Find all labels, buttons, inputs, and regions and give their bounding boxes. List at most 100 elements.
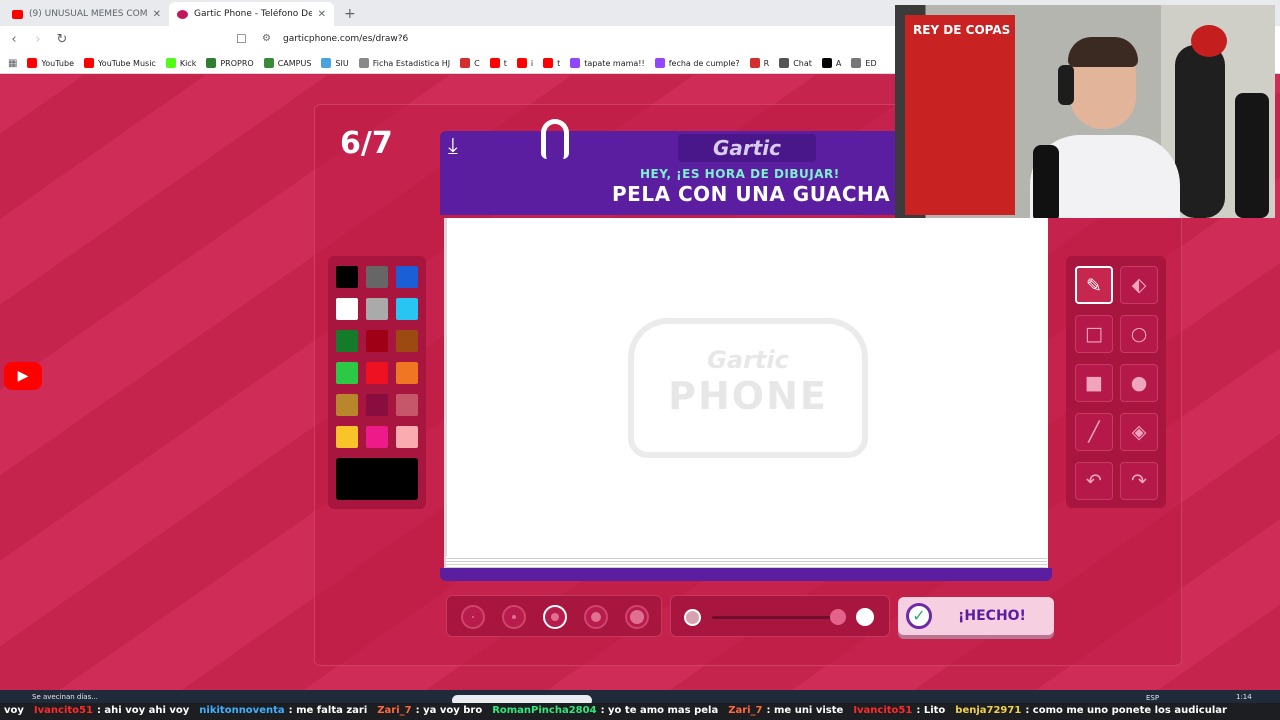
circle-outline-icon[interactable]: ○ bbox=[1120, 315, 1158, 353]
forward-icon[interactable]: › bbox=[28, 32, 48, 47]
brush-size-3[interactable] bbox=[543, 605, 567, 629]
color-swatch[interactable] bbox=[366, 426, 388, 448]
bookmark-item[interactable]: A bbox=[821, 58, 842, 68]
bookmark-favicon-icon bbox=[570, 58, 581, 68]
youtube-icon bbox=[12, 9, 23, 19]
color-swatch[interactable] bbox=[366, 394, 388, 416]
punching-bag bbox=[1235, 93, 1269, 218]
brush-size-2[interactable] bbox=[502, 605, 526, 629]
tab-label: Gartic Phone - Teléfono Descon bbox=[194, 9, 312, 19]
undo-icon[interactable]: ↶ bbox=[1075, 462, 1113, 500]
bookmark-favicon-icon bbox=[263, 58, 274, 68]
bookmark-item[interactable]: PROPRO bbox=[206, 58, 254, 68]
eraser-icon[interactable]: ⬖ bbox=[1120, 266, 1158, 304]
color-swatch[interactable] bbox=[366, 362, 388, 384]
bookmark-favicon-icon bbox=[654, 58, 665, 68]
bookmark-item[interactable]: fecha de cumple? bbox=[654, 58, 740, 68]
site-info-icon[interactable]: ⚙ bbox=[262, 33, 271, 44]
done-button[interactable]: ✓ ¡HECHO! bbox=[898, 597, 1054, 635]
instruction-text: HEY, ¡ES HORA DE DIBUJAR! bbox=[640, 167, 840, 181]
canvas-page-edges bbox=[446, 556, 1047, 568]
wall-flag bbox=[905, 15, 1015, 215]
color-swatch[interactable] bbox=[336, 362, 358, 384]
color-swatch[interactable] bbox=[396, 394, 418, 416]
bookmark-label: i bbox=[530, 58, 534, 68]
reload-icon[interactable]: ↻ bbox=[52, 32, 72, 47]
bookmark-item[interactable]: i bbox=[516, 58, 534, 68]
close-icon[interactable]: ✕ bbox=[318, 9, 326, 20]
opacity-slider-handle[interactable] bbox=[830, 609, 846, 625]
rectangle-fill-icon[interactable]: ■ bbox=[1075, 364, 1113, 402]
headphones-icon bbox=[1058, 65, 1074, 105]
bookmark-label: PROPRO bbox=[220, 58, 254, 68]
bookmark-item[interactable]: R bbox=[749, 58, 769, 68]
color-swatch[interactable] bbox=[366, 298, 388, 320]
language-indicator[interactable]: ESP bbox=[1146, 694, 1159, 702]
bookmark-item[interactable]: Kick bbox=[165, 58, 196, 68]
bookmark-label: A bbox=[835, 58, 842, 68]
bookmark-item[interactable]: Chat bbox=[779, 58, 812, 68]
bookmark-item[interactable]: Ficha Estadistica HJ bbox=[358, 58, 450, 68]
url-field[interactable]: garticphone.com/es/draw?6 bbox=[283, 34, 408, 44]
tab-label: (9) UNUSUAL MEMES COMPILATION bbox=[29, 9, 147, 19]
line-icon[interactable]: ╱ bbox=[1075, 413, 1113, 451]
color-swatch[interactable] bbox=[396, 266, 418, 288]
color-swatch[interactable] bbox=[336, 298, 358, 320]
brush-size-1[interactable] bbox=[461, 605, 485, 629]
selected-color-preview bbox=[336, 458, 418, 500]
color-swatch[interactable] bbox=[366, 266, 388, 288]
microphone bbox=[1033, 145, 1059, 218]
color-swatch[interactable] bbox=[336, 330, 358, 352]
circle-fill-icon[interactable]: ● bbox=[1120, 364, 1158, 402]
opacity-slider-track[interactable] bbox=[712, 616, 842, 619]
bookmark-item[interactable]: t bbox=[543, 58, 560, 68]
bookmark-item[interactable]: SIU bbox=[321, 58, 349, 68]
color-swatch[interactable] bbox=[396, 298, 418, 320]
bookmark-item[interactable]: C bbox=[460, 58, 480, 68]
bookmark-favicon-icon bbox=[516, 58, 527, 68]
color-swatch[interactable] bbox=[396, 330, 418, 352]
color-swatch[interactable] bbox=[366, 330, 388, 352]
chat-message: : ya voy bro bbox=[415, 705, 483, 716]
bookmark-item[interactable]: CAMPUS bbox=[263, 58, 312, 68]
bookmark-item[interactable]: ED bbox=[851, 58, 877, 68]
drawing-prompt: PELA CON UNA GUACHA bbox=[612, 182, 891, 206]
bookmark-item[interactable]: YouTube bbox=[27, 58, 74, 68]
bookmark-favicon-icon bbox=[543, 58, 554, 68]
tab-youtube[interactable]: (9) UNUSUAL MEMES COMPILATION ✕ bbox=[4, 2, 169, 26]
back-icon[interactable]: ‹ bbox=[4, 32, 24, 47]
bookmark-icon[interactable]: ☐ bbox=[236, 32, 247, 46]
brush-size-4[interactable] bbox=[584, 605, 608, 629]
new-tab-button[interactable]: + bbox=[334, 6, 366, 26]
youtube-play-icon[interactable]: ▶ bbox=[4, 362, 42, 390]
tab-gartic[interactable]: Gartic Phone - Teléfono Descon ✕ bbox=[169, 2, 334, 26]
color-swatch[interactable] bbox=[396, 362, 418, 384]
color-swatch[interactable] bbox=[336, 394, 358, 416]
color-swatch[interactable] bbox=[396, 426, 418, 448]
bookmark-item[interactable]: YouTube Music bbox=[83, 58, 156, 68]
chat-username: Zari_7 bbox=[377, 705, 412, 716]
clock[interactable]: 1:14 bbox=[1236, 693, 1252, 701]
round-counter: 6/7 bbox=[340, 126, 393, 161]
chat-username: benja72971 bbox=[955, 705, 1022, 716]
chat-ticker: voy Ivancito51: ahi voy ahi voy nikitonnov… bbox=[0, 703, 1280, 720]
bucket-icon[interactable]: ◈ bbox=[1120, 413, 1158, 451]
close-icon[interactable]: ✕ bbox=[153, 9, 161, 20]
download-icon[interactable]: ⤓ bbox=[448, 134, 458, 159]
apps-icon[interactable]: ▦ bbox=[8, 58, 17, 69]
rectangle-outline-icon[interactable]: □ bbox=[1075, 315, 1113, 353]
chat-message: : como me uno ponete los audicular bbox=[1025, 705, 1227, 716]
flag-text: REY DE COPAS bbox=[913, 23, 1011, 37]
redo-icon[interactable]: ↷ bbox=[1120, 462, 1158, 500]
bookmark-item[interactable]: tapate mama!! bbox=[570, 58, 645, 68]
brush-size-5[interactable] bbox=[625, 605, 649, 629]
bookmark-label: CAMPUS bbox=[277, 58, 312, 68]
bookmark-label: t bbox=[503, 58, 507, 68]
pencil-icon[interactable]: ✎ bbox=[1075, 266, 1113, 304]
bookmark-item[interactable]: t bbox=[489, 58, 507, 68]
news-widget[interactable]: Se avecinan días... bbox=[32, 693, 98, 701]
chat-message: : ahi voy ahi voy bbox=[96, 705, 190, 716]
color-swatch[interactable] bbox=[336, 426, 358, 448]
color-swatch[interactable] bbox=[336, 266, 358, 288]
bookmark-favicon-icon bbox=[779, 58, 790, 68]
